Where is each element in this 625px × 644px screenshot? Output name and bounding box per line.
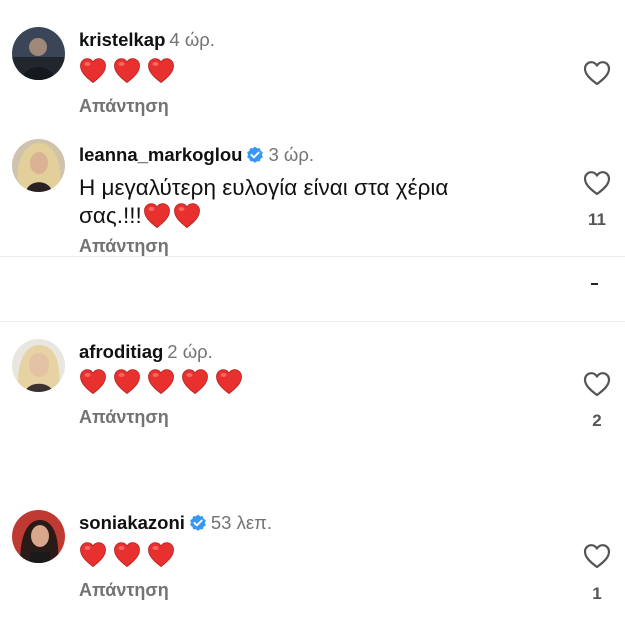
timestamp: 2 ώρ.	[167, 341, 213, 362]
red-heart-emoji-icon	[113, 57, 141, 84]
heart-emojis	[79, 368, 243, 398]
reply-button[interactable]: Απάντηση	[79, 407, 169, 428]
like-count[interactable]: 2	[580, 411, 614, 431]
comment-item: afroditiag 2 ώρ. Απάντηση 2	[0, 322, 625, 492]
comment-item: soniakazoni 53 λεπ. Απάντηση 1	[0, 492, 625, 644]
verified-badge-icon	[246, 146, 264, 164]
red-heart-emoji-icon	[147, 57, 175, 84]
comment-header: afroditiag 2 ώρ.	[79, 341, 213, 363]
red-heart-emoji-icon	[79, 541, 107, 568]
reply-button[interactable]: Απάντηση	[79, 580, 169, 601]
comment-item: leanna_markoglou 3 ώρ. Η μεγαλύτερη ευλογ…	[0, 130, 625, 256]
avatar[interactable]	[12, 510, 65, 563]
timestamp: 4 ώρ.	[169, 29, 215, 50]
red-heart-emoji-icon	[79, 368, 107, 395]
red-heart-emoji-icon	[113, 541, 141, 568]
like-heart-icon[interactable]	[583, 543, 611, 569]
divider-mark	[591, 283, 598, 285]
heart-emojis	[143, 202, 201, 229]
username[interactable]: afroditiag	[79, 341, 163, 362]
avatar[interactable]	[12, 27, 65, 80]
reply-button[interactable]: Απάντηση	[79, 96, 169, 117]
red-heart-emoji-icon	[79, 57, 107, 84]
heart-emojis	[79, 57, 175, 87]
red-heart-emoji-icon	[173, 202, 201, 229]
timestamp: 53 λεπ.	[210, 512, 273, 533]
username[interactable]: kristelkap	[79, 29, 165, 50]
username[interactable]: soniakazoni	[79, 512, 185, 533]
like-count[interactable]: 11	[580, 210, 614, 230]
like-heart-icon[interactable]	[583, 170, 611, 196]
divider	[0, 256, 625, 257]
username[interactable]: leanna_markoglou	[79, 144, 242, 165]
comment-header: kristelkap 4 ώρ.	[79, 29, 215, 51]
comment-text: σας.!!!	[79, 203, 142, 228]
comment-item: kristelkap 4 ώρ. Απάντηση	[0, 0, 625, 130]
red-heart-emoji-icon	[215, 368, 243, 395]
comment-text-line-2: σας.!!!	[79, 201, 201, 230]
reply-button[interactable]: Απάντηση	[79, 236, 169, 257]
verified-badge-icon	[189, 514, 207, 532]
red-heart-emoji-icon	[181, 368, 209, 395]
red-heart-emoji-icon	[147, 368, 175, 395]
heart-emojis	[79, 541, 175, 571]
like-heart-icon[interactable]	[583, 60, 611, 86]
avatar[interactable]	[12, 339, 65, 392]
comment-header: leanna_markoglou 3 ώρ.	[79, 144, 314, 166]
like-heart-icon[interactable]	[583, 371, 611, 397]
comment-header: soniakazoni 53 λεπ.	[79, 512, 272, 534]
red-heart-emoji-icon	[147, 541, 175, 568]
avatar[interactable]	[12, 139, 65, 192]
comment-text-line: Η μεγαλύτερη ευλογία είναι στα χέρια	[79, 175, 449, 200]
like-count[interactable]: 1	[580, 584, 614, 604]
timestamp: 3 ώρ.	[268, 144, 315, 165]
red-heart-emoji-icon	[143, 202, 171, 229]
red-heart-emoji-icon	[113, 368, 141, 395]
